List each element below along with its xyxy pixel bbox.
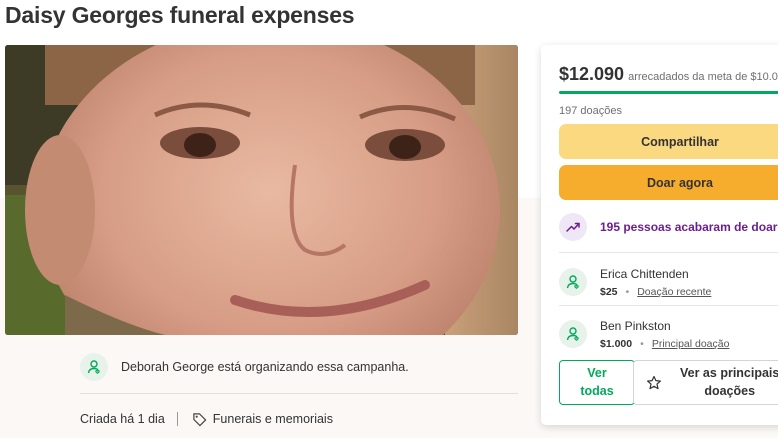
- campaign-meta: Criada há 1 dia Funerais e memoriais: [80, 410, 333, 428]
- trending-up-icon: [559, 213, 587, 241]
- top-donations-button[interactable]: Ver as principais doações: [633, 360, 778, 405]
- amount-raised: $12.090 arrecadados da meta de $10.000: [559, 64, 778, 85]
- recent-activity-text: 195 pessoas acabaram de doar: [600, 220, 778, 234]
- campaign-photo[interactable]: [5, 45, 518, 335]
- category-link[interactable]: Funerais e memoriais: [213, 412, 333, 426]
- donor-label-link[interactable]: Principal doação: [652, 338, 730, 350]
- organizer-text: Deborah George está organizando essa cam…: [121, 360, 409, 374]
- user-heart-icon: [559, 268, 587, 296]
- dot-separator: •: [640, 337, 644, 350]
- see-all-button[interactable]: Ver todas: [559, 360, 635, 405]
- user-heart-icon: [559, 320, 587, 348]
- donor-name: Erica Chittenden: [600, 266, 689, 281]
- created-date: Criada há 1 dia: [80, 412, 165, 426]
- tag-icon: [192, 412, 207, 427]
- organizer-row: Deborah George está organizando essa cam…: [80, 352, 520, 382]
- see-all-label-line1: Ver: [587, 366, 607, 380]
- page-title: Daisy Georges funeral expenses: [5, 2, 355, 28]
- see-all-label-line2: todas: [580, 383, 614, 398]
- section-divider: [80, 393, 518, 394]
- top-donations-label-line1: Ver as principais: [680, 366, 778, 380]
- progress-bar: [559, 91, 778, 94]
- donor-name: Ben Pinkston: [600, 318, 671, 333]
- donation-sidebar: $12.090 arrecadados da meta de $10.000 1…: [541, 45, 778, 425]
- progress-bar-fill: [559, 91, 778, 94]
- goal-text: arrecadados da meta de $10.000: [628, 71, 778, 83]
- meta-separator: [176, 412, 178, 426]
- donor-label-link[interactable]: Doação recente: [637, 286, 711, 298]
- dot-separator: •: [625, 285, 630, 298]
- top-donations-label-line2: doações: [704, 383, 756, 398]
- donor-amount: $25: [600, 285, 618, 298]
- recent-activity: 195 pessoas acabaram de doar: [559, 213, 777, 241]
- card-divider: [559, 305, 778, 306]
- campaign-photo-image: [5, 45, 518, 335]
- donor-item: Erica Chittenden $25 • Doação recente: [559, 264, 711, 300]
- donor-amount: $1.000: [600, 337, 633, 350]
- star-icon: [646, 375, 662, 391]
- card-divider: [559, 252, 778, 253]
- user-heart-icon: [80, 353, 108, 381]
- donation-count: 197 doações: [559, 105, 622, 117]
- donate-now-button[interactable]: Doar agora: [559, 165, 778, 200]
- share-button[interactable]: Compartilhar: [559, 124, 778, 159]
- donor-item: Ben Pinkston $1.000 • Principal doação: [559, 316, 729, 352]
- amount-value: $12.090: [559, 64, 625, 84]
